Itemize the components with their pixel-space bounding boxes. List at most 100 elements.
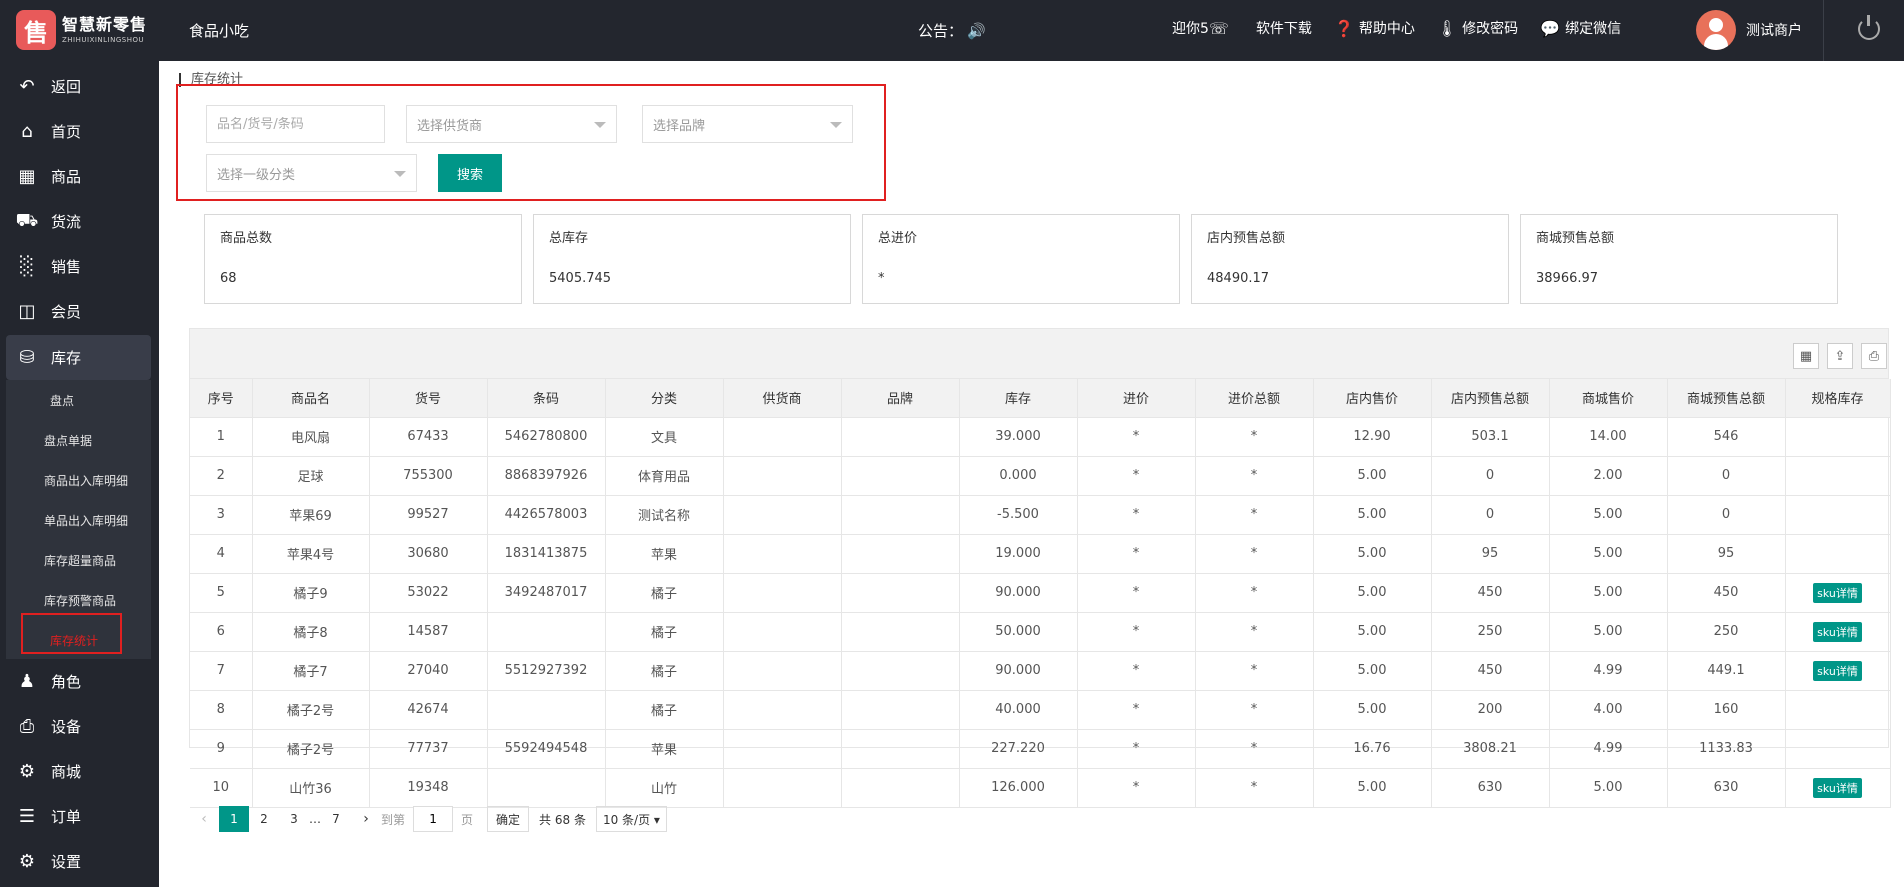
submenu-item-stocktake-docs[interactable]: 盘点单据 bbox=[44, 432, 92, 449]
category-select[interactable]: 选择一级分类 bbox=[206, 154, 417, 192]
table-row[interactable]: 8 橘子2号 42674 橘子 40.000 * * 5.00 200 4.00 160 bbox=[190, 690, 1891, 730]
grid-icon: ▦ bbox=[18, 166, 36, 187]
cell-supplier bbox=[723, 573, 842, 613]
cell-mall-total: 449.1 bbox=[1667, 651, 1786, 691]
cell-sku bbox=[1785, 417, 1891, 457]
column-header: 序号 bbox=[190, 379, 253, 418]
sidebar-item-settings[interactable]: ⚙ 设置 bbox=[0, 839, 159, 884]
home-icon: ⌂ bbox=[21, 121, 33, 142]
table-row[interactable]: 1 电风扇 67433 5462780800 文具 39.000 * * 12.90 503.1 1… bbox=[190, 417, 1891, 457]
page-button-2[interactable]: 2 bbox=[249, 806, 279, 832]
cell-cost: * bbox=[1077, 612, 1196, 652]
cell-cost-total: * bbox=[1195, 456, 1314, 496]
submenu-item-overstock[interactable]: 库存超量商品 bbox=[44, 552, 116, 569]
sidebar-item-sales[interactable]: ░ 销售 bbox=[0, 244, 159, 289]
table-row[interactable]: 7 橘子7 27040 5512927392 橘子 90.000 * * 5.00 450 4.99… bbox=[190, 651, 1891, 691]
search-button[interactable]: 搜索 bbox=[438, 154, 502, 192]
sidebar-item-label: 角色 bbox=[51, 673, 82, 691]
cell-mall-price: 2.00 bbox=[1549, 456, 1668, 496]
table-row[interactable]: 4 苹果4号 30680 1831413875 苹果 19.000 * * 5.00 95 5.00… bbox=[190, 534, 1891, 574]
export-icon[interactable]: ⇪ bbox=[1827, 343, 1853, 369]
sidebar-item-role[interactable]: ♟ 角色 bbox=[0, 659, 159, 704]
cell-code: 77737 bbox=[369, 729, 488, 769]
cell-store-price: 5.00 bbox=[1313, 612, 1432, 652]
goto-page-input[interactable] bbox=[413, 806, 454, 832]
submenu-item-stock-warning[interactable]: 库存预警商品 bbox=[44, 592, 116, 609]
top-link-bind-wechat[interactable]: 💬 绑定微信 bbox=[1540, 18, 1621, 38]
table-row[interactable]: 2 足球 755300 8868397926 体育用品 0.000 * * 5.00 0 2.00 0 bbox=[190, 456, 1891, 496]
cell-name: 苹果4号 bbox=[252, 534, 370, 574]
sidebar-item-home[interactable]: ⌂ 首页 bbox=[0, 109, 159, 154]
cell-sku bbox=[1785, 534, 1891, 574]
keyword-field[interactable] bbox=[206, 105, 385, 143]
table-row[interactable]: 5 橘子9 53022 3492487017 橘子 90.000 * * 5.00 450 5.00… bbox=[190, 573, 1891, 613]
table-row[interactable]: 9 橘子2号 77737 5592494548 苹果 227.220 * * 16.76 3808… bbox=[190, 729, 1891, 769]
sidebar-item-device[interactable]: ⎙ 设备 bbox=[0, 704, 159, 749]
logo: 售 智慧新零售 ZHIHUIXINLINGSHOU bbox=[16, 10, 147, 50]
chevron-right-icon[interactable]: › bbox=[351, 811, 381, 827]
user-menu[interactable]: 测试商户 bbox=[1696, 10, 1802, 50]
cell-code: 14587 bbox=[369, 612, 488, 652]
sidebar-item-orders[interactable]: ☰ 订单 bbox=[0, 794, 159, 839]
sidebar-item-back[interactable]: ↶ 返回 bbox=[0, 64, 159, 109]
sidebar-item-goods[interactable]: ▦ 商品 bbox=[0, 154, 159, 199]
page-size-select[interactable]: 10 条/页 ▾ bbox=[595, 806, 667, 832]
sidebar-item-label: 商城 bbox=[51, 763, 82, 781]
chevron-left-icon[interactable]: ‹ bbox=[189, 811, 219, 827]
submenu-item-single-io-detail[interactable]: 单品出入库明细 bbox=[44, 512, 128, 529]
goto-confirm-button[interactable]: 确定 bbox=[487, 806, 530, 832]
sidebar-item-logistics[interactable]: ⛟ 货流 bbox=[0, 199, 159, 244]
stat-value: 68 bbox=[220, 271, 237, 286]
submenu-item-goods-io-detail[interactable]: 商品出入库明细 bbox=[44, 472, 128, 489]
sidebar-item-inventory[interactable]: ⛁ 库存 bbox=[6, 335, 151, 380]
cell-brand bbox=[841, 495, 960, 535]
sidebar-item-mall[interactable]: ⚙ 商城 bbox=[0, 749, 159, 794]
page-button-1[interactable]: 1 bbox=[219, 806, 249, 832]
column-header: 分类 bbox=[605, 379, 724, 418]
top-link-help[interactable]: ❓ 帮助中心 bbox=[1334, 18, 1415, 38]
table-row[interactable]: 3 苹果69 99527 4426578003 测试名称 -5.500 * * 5.00 0 5.0… bbox=[190, 495, 1891, 535]
columns-icon[interactable]: ▦ bbox=[1793, 343, 1819, 369]
list-icon: ☰ bbox=[18, 806, 36, 827]
cell-mall-total: 160 bbox=[1667, 690, 1786, 730]
logo-subtitle: ZHIHUIXINLINGSHOU bbox=[62, 35, 145, 44]
cell-no: 2 bbox=[190, 456, 253, 496]
table-row[interactable]: 10 山竹36 19348 山竹 126.000 * * 5.00 630 5.00 630 sku详… bbox=[190, 768, 1891, 808]
cell-store-total: 0 bbox=[1431, 495, 1550, 535]
cell-no: 5 bbox=[190, 573, 253, 613]
sidebar-item-member[interactable]: ◫ 会员 bbox=[0, 289, 159, 334]
cell-name: 山竹36 bbox=[252, 768, 370, 808]
notice[interactable]: 公告： 🔊 bbox=[918, 20, 986, 41]
power-icon[interactable] bbox=[1858, 15, 1880, 40]
cell-name: 橘子7 bbox=[252, 651, 370, 691]
sku-detail-button[interactable]: sku详情 bbox=[1813, 777, 1862, 798]
top-link-change-password[interactable]: 🌡 修改密码 bbox=[1437, 18, 1518, 38]
cell-name: 电风扇 bbox=[252, 417, 370, 457]
page-button-7[interactable]: 7 bbox=[321, 806, 351, 832]
keyword-input[interactable] bbox=[217, 116, 384, 132]
cell-category: 苹果 bbox=[605, 534, 724, 574]
cell-code: 755300 bbox=[369, 456, 488, 496]
stat-label: 店内预售总额 bbox=[1207, 231, 1286, 246]
print-icon[interactable]: ⎙ bbox=[1861, 343, 1887, 369]
cell-name: 足球 bbox=[252, 456, 370, 496]
cell-name: 橘子8 bbox=[252, 612, 370, 652]
sku-detail-button[interactable]: sku详情 bbox=[1813, 660, 1862, 681]
sku-detail-button[interactable]: sku详情 bbox=[1813, 582, 1862, 603]
submenu-item-stocktake[interactable]: 盘点 bbox=[50, 392, 74, 409]
brand-select[interactable]: 选择品牌 bbox=[642, 105, 853, 143]
top-link-welcome[interactable]: 迎你5 ☏ bbox=[1172, 18, 1234, 38]
page-unit-label: 页 bbox=[461, 812, 474, 827]
cell-name: 橘子2号 bbox=[252, 690, 370, 730]
table-row[interactable]: 6 橘子8 14587 橘子 50.000 * * 5.00 250 5.00 250 sku详情 bbox=[190, 612, 1891, 652]
cell-code: 53022 bbox=[369, 573, 488, 613]
cell-store-price: 5.00 bbox=[1313, 690, 1432, 730]
supplier-select[interactable]: 选择供货商 bbox=[406, 105, 617, 143]
page-ellipsis: … bbox=[309, 812, 321, 826]
column-header: 进价总额 bbox=[1195, 379, 1314, 418]
stat-label: 总进价 bbox=[878, 231, 918, 246]
page-button-3[interactable]: 3 bbox=[279, 806, 309, 832]
cell-cost-total: * bbox=[1195, 729, 1314, 769]
sku-detail-button[interactable]: sku详情 bbox=[1813, 621, 1862, 642]
top-link-download[interactable]: 软件下载 bbox=[1256, 18, 1312, 38]
